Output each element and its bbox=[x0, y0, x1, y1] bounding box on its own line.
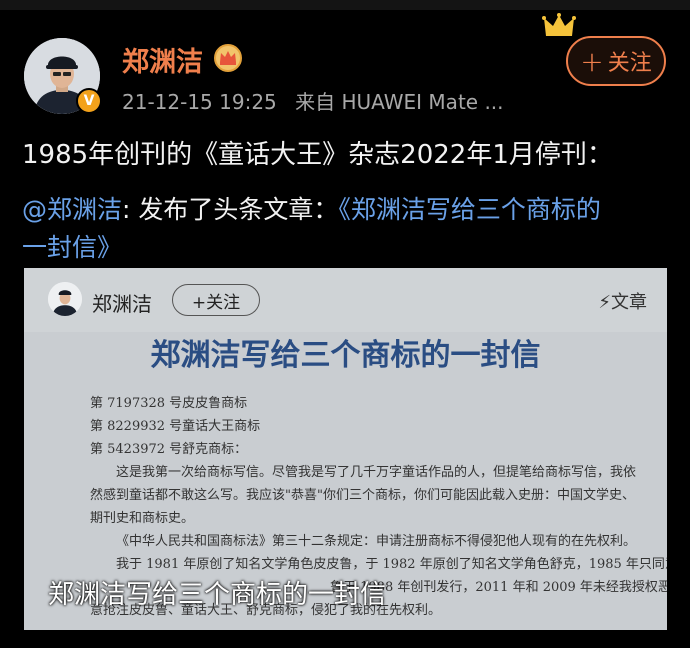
video-caption: 郑渊洁写给三个商标的一封信 bbox=[48, 580, 387, 610]
lightning-icon: ⚡ bbox=[598, 292, 611, 313]
card-article-tag: ⚡文章 bbox=[598, 288, 647, 314]
author-name[interactable]: 郑渊洁 bbox=[122, 40, 203, 79]
post-timestamp: 21-12-15 19:25 bbox=[122, 90, 277, 114]
letter-line: 然感到童话都不敢这么写。我应该"恭喜"你们三个商标，你们可能因此载入史册：中国文… bbox=[90, 488, 635, 503]
letter-line: 我于 1981 年原创了知名文学角色皮皮鲁，于 1982 年原创了知名文学角色舒… bbox=[116, 557, 667, 572]
card-avatar bbox=[48, 282, 82, 316]
card-author-name: 郑渊洁 bbox=[92, 292, 152, 316]
post-meta: 21-12-15 19:25 来自 HUAWEI Mate ... bbox=[122, 86, 504, 115]
mention-link[interactable]: @郑渊洁 bbox=[22, 195, 122, 224]
letter-line: 第 7197328 号皮皮鲁商标 bbox=[90, 396, 248, 411]
post-source: 来自 HUAWEI Mate ... bbox=[295, 90, 504, 114]
letter-line: 第 5423972 号舒克商标： bbox=[90, 442, 248, 457]
follow-label: 关注 bbox=[607, 51, 652, 76]
article-link[interactable]: 《郑渊洁写给三个商标的 bbox=[338, 195, 601, 224]
follow-plus-icon: + bbox=[580, 44, 604, 78]
share-action: : 发布了头条文章： bbox=[122, 195, 339, 224]
letter-line: 第 8229932 号童话大王商标 bbox=[90, 419, 261, 434]
letter-line: 期刊史和商标史。 bbox=[90, 511, 195, 526]
gold-crown-icon bbox=[542, 13, 576, 36]
post-text: 1985年创刊的《童话大王》杂志2022年1月停刊： bbox=[22, 140, 613, 170]
letter-line: 这是我第一次给商标写信。尽管我是写了几千万字童话作品的人，但提笔给商标写信，我依 bbox=[116, 465, 637, 480]
status-strip bbox=[0, 0, 690, 10]
card-follow-button: +关注 bbox=[172, 284, 260, 316]
article-link-continued[interactable]: 一封信》 bbox=[22, 228, 122, 264]
follow-button[interactable]: + 关注 bbox=[566, 36, 666, 86]
card-title: 郑渊洁写给三个商标的一封信 bbox=[150, 338, 541, 373]
card-article-label: 文章 bbox=[611, 292, 647, 313]
article-preview-image[interactable]: 郑渊洁 +关注 ⚡文章 郑渊洁写给三个商标的一封信 第 7197328 号皮皮鲁… bbox=[24, 268, 667, 630]
letter-line: 《中华人民共和国商标法》第三十二条规定：申请注册商标不得侵犯他人现有的在先权利。 bbox=[116, 534, 637, 549]
verified-v-icon: V bbox=[76, 88, 102, 114]
vip-crown-icon bbox=[214, 44, 242, 72]
share-line: @郑渊洁: 发布了头条文章：《郑渊洁写给三个商标的 bbox=[22, 190, 601, 226]
